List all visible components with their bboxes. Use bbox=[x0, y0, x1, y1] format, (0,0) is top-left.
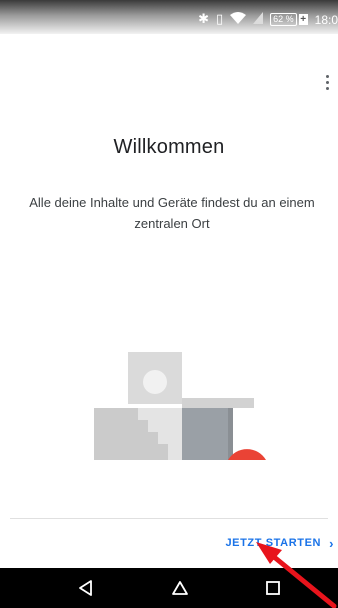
footer-divider bbox=[10, 518, 328, 519]
status-icons: ✱ ▯ 62 % + 18:0 bbox=[198, 12, 338, 27]
more-vert-icon[interactable] bbox=[320, 70, 334, 94]
battery-indicator: 62 % + bbox=[270, 13, 308, 26]
welcome-subtitle: Alle deine Inhalte und Geräte findest du… bbox=[29, 195, 315, 231]
navigation-bar bbox=[0, 568, 338, 608]
status-clock: 18:0 bbox=[314, 12, 338, 27]
welcome-title: Willkommen bbox=[113, 136, 225, 158]
start-button-label: JETZT STARTEN bbox=[225, 537, 322, 549]
recents-square-icon[interactable] bbox=[263, 578, 283, 598]
battery-charging-icon: + bbox=[298, 14, 308, 25]
battery-percent: 62 % bbox=[270, 13, 297, 26]
welcome-illustration bbox=[94, 352, 266, 460]
start-button[interactable]: JETZT STARTEN › bbox=[225, 531, 334, 555]
chevron-right-icon: › bbox=[329, 535, 334, 551]
signal-icon bbox=[253, 12, 264, 27]
wifi-icon bbox=[230, 12, 247, 27]
vibrate-icon: ▯ bbox=[215, 12, 224, 27]
back-triangle-icon[interactable] bbox=[76, 578, 96, 598]
home-icon[interactable] bbox=[170, 578, 190, 598]
bluetooth-icon: ✱ bbox=[198, 12, 209, 27]
status-bar: ✱ ▯ 62 % + 18:0 bbox=[0, 0, 338, 34]
annotation-arrow bbox=[256, 542, 337, 608]
